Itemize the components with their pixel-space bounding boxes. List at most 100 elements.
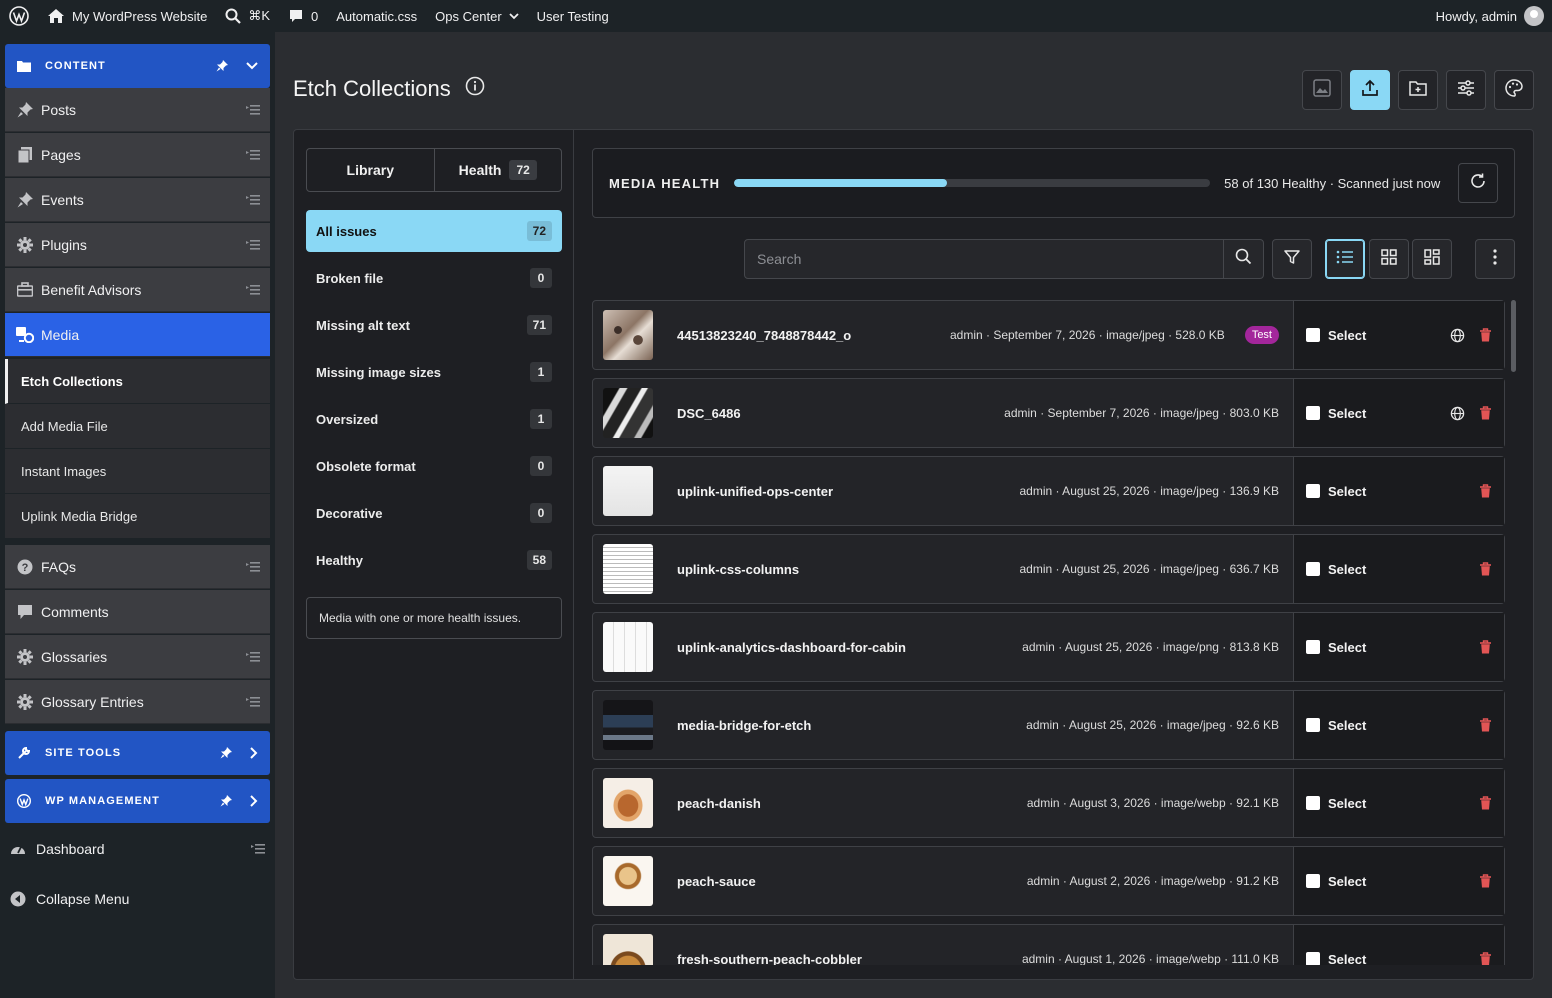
filter-item[interactable]: Healthy 58	[306, 539, 562, 581]
site-name-link[interactable]: My WordPress Website	[38, 0, 216, 32]
reorder-icon[interactable]	[246, 194, 260, 205]
media-name[interactable]: peach-danish	[677, 796, 761, 811]
media-thumbnail[interactable]	[603, 466, 653, 516]
rescan-button[interactable]	[1458, 163, 1498, 203]
search-button[interactable]	[1223, 240, 1263, 278]
select-label[interactable]: Select	[1328, 874, 1366, 889]
menu-item-events[interactable]: Events	[5, 178, 270, 222]
media-thumbnail[interactable]	[603, 544, 653, 594]
reorder-icon[interactable]	[246, 104, 260, 115]
menu-item-benefit-advisors[interactable]: Benefit Advisors	[5, 268, 270, 312]
select-label[interactable]: Select	[1328, 328, 1366, 343]
filter-item[interactable]: Obsolete format 0	[306, 445, 562, 487]
media-name[interactable]: uplink-css-columns	[677, 562, 799, 577]
media-name[interactable]: uplink-analytics-dashboard-for-cabin	[677, 640, 906, 655]
submenu-instant-images[interactable]: Instant Images	[5, 449, 270, 494]
trash-icon[interactable]	[1479, 484, 1492, 498]
tab-health[interactable]: Health 72	[433, 149, 562, 191]
menu-item-faqs[interactable]: ? FAQs	[5, 545, 270, 589]
submenu-etch-collections[interactable]: Etch Collections	[5, 359, 270, 404]
select-checkbox[interactable]	[1306, 484, 1320, 498]
submenu-uplink-media-bridge[interactable]: Uplink Media Bridge	[5, 494, 270, 539]
menu-group-content[interactable]: CONTENT	[5, 44, 270, 88]
media-thumbnail[interactable]	[603, 388, 653, 438]
pin-icon[interactable]	[216, 60, 228, 72]
new-folder-button[interactable]	[1398, 70, 1438, 110]
globe-icon[interactable]	[1450, 328, 1465, 343]
image-view-button[interactable]	[1302, 70, 1342, 110]
menu-item-plugins[interactable]: Plugins	[5, 223, 270, 267]
trash-icon[interactable]	[1479, 796, 1492, 810]
media-list-scrollbar[interactable]	[1511, 300, 1516, 372]
submenu-add-media-file[interactable]: Add Media File	[5, 404, 270, 449]
media-row[interactable]: fresh-southern-peach-cobbler admin · Augu…	[592, 924, 1505, 965]
select-checkbox[interactable]	[1306, 952, 1320, 965]
user-testing-link[interactable]: User Testing	[528, 0, 618, 32]
media-thumbnail[interactable]	[603, 700, 653, 750]
filter-item[interactable]: All issues 72	[306, 210, 562, 252]
media-thumbnail[interactable]	[603, 856, 653, 906]
media-row[interactable]: uplink-analytics-dashboard-for-cabin admi…	[592, 612, 1505, 682]
media-name[interactable]: 44513823240_7848878442_o	[677, 328, 851, 343]
media-thumbnail[interactable]	[603, 310, 653, 360]
select-checkbox[interactable]	[1306, 796, 1320, 810]
select-checkbox[interactable]	[1306, 406, 1320, 420]
command-search[interactable]: ⌘K	[216, 0, 279, 32]
automatic-css-link[interactable]: Automatic.css	[327, 0, 426, 32]
menu-item-glossaries[interactable]: Glossaries	[5, 635, 270, 679]
media-thumbnail[interactable]	[603, 622, 653, 672]
menu-item-posts[interactable]: Posts	[5, 88, 270, 132]
media-name[interactable]: uplink-unified-ops-center	[677, 484, 833, 499]
select-label[interactable]: Select	[1328, 484, 1366, 499]
filter-item[interactable]: Oversized 1	[306, 398, 562, 440]
menu-item-pages[interactable]: Pages	[5, 133, 270, 177]
filter-item[interactable]: Decorative 0	[306, 492, 562, 534]
theme-button[interactable]	[1494, 70, 1534, 110]
more-options-button[interactable]	[1475, 239, 1515, 279]
masonry-view-button[interactable]	[1412, 239, 1452, 279]
filter-item[interactable]: Broken file 0	[306, 257, 562, 299]
reorder-icon[interactable]	[246, 561, 260, 572]
globe-icon[interactable]	[1450, 406, 1465, 421]
trash-icon[interactable]	[1479, 562, 1492, 576]
reorder-icon[interactable]	[246, 149, 260, 160]
media-row[interactable]: media-bridge-for-etch admin · August 25, …	[592, 690, 1505, 760]
media-row[interactable]: 44513823240_7848878442_o admin · Septembe…	[592, 300, 1505, 370]
select-label[interactable]: Select	[1328, 952, 1366, 966]
pin-icon[interactable]	[220, 795, 232, 807]
wordpress-logo-icon[interactable]	[0, 0, 38, 32]
select-label[interactable]: Select	[1328, 562, 1366, 577]
select-checkbox[interactable]	[1306, 562, 1320, 576]
menu-item-media[interactable]: Media	[5, 313, 270, 357]
select-checkbox[interactable]	[1306, 718, 1320, 732]
menu-item-dashboard[interactable]: Dashboard	[0, 829, 275, 869]
account-menu[interactable]: Howdy, admin	[1427, 0, 1552, 32]
ops-center-link[interactable]: Ops Center	[426, 0, 527, 32]
list-view-button[interactable]	[1325, 239, 1365, 279]
tab-library[interactable]: Library	[307, 149, 434, 191]
grid-view-button[interactable]	[1369, 239, 1409, 279]
trash-icon[interactable]	[1479, 640, 1492, 654]
select-checkbox[interactable]	[1306, 328, 1320, 342]
upload-button[interactable]	[1350, 70, 1390, 110]
trash-icon[interactable]	[1479, 874, 1492, 888]
chevron-right-icon[interactable]	[250, 795, 258, 807]
comments-link[interactable]: 0	[279, 0, 327, 32]
media-name[interactable]: fresh-southern-peach-cobbler	[677, 952, 862, 966]
select-label[interactable]: Select	[1328, 796, 1366, 811]
select-checkbox[interactable]	[1306, 640, 1320, 654]
trash-icon[interactable]	[1479, 328, 1492, 342]
filter-item[interactable]: Missing alt text 71	[306, 304, 562, 346]
chevron-right-icon[interactable]	[250, 747, 258, 759]
menu-item-comments[interactable]: Comments	[5, 590, 270, 634]
menu-group-wp-management[interactable]: WP MANAGEMENT	[5, 779, 270, 823]
select-label[interactable]: Select	[1328, 406, 1366, 421]
media-name[interactable]: media-bridge-for-etch	[677, 718, 811, 733]
select-checkbox[interactable]	[1306, 874, 1320, 888]
trash-icon[interactable]	[1479, 406, 1492, 420]
media-row[interactable]: uplink-css-columns admin · August 25, 202…	[592, 534, 1505, 604]
media-row[interactable]: peach-danish admin · August 3, 2026 · ima…	[592, 768, 1505, 838]
info-icon[interactable]	[465, 76, 485, 102]
pin-icon[interactable]	[220, 747, 232, 759]
media-thumbnail[interactable]	[603, 778, 653, 828]
